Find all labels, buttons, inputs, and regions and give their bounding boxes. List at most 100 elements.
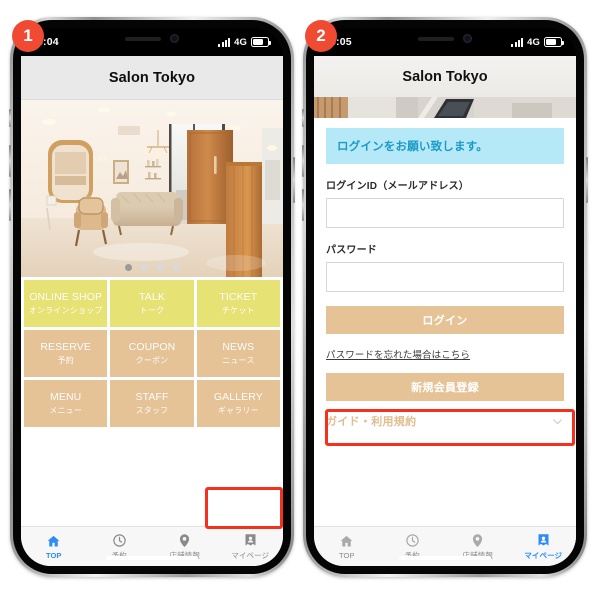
tab-mypage[interactable]: マイページ [511, 527, 577, 566]
tile-label-en: GALLERY [213, 391, 263, 403]
carousel-dot[interactable] [140, 264, 148, 271]
grid-tile-gallery[interactable]: GALLERY ギャラリー [196, 380, 280, 427]
hero-image-strip [314, 97, 576, 118]
clock-icon [404, 532, 420, 548]
tile-label-jp: スタッフ [135, 406, 169, 415]
forgot-password-link[interactable]: パスワードを忘れた場合はこちら [326, 347, 470, 361]
silent-switch[interactable] [302, 109, 304, 127]
tile-label-en: NEWS [222, 341, 255, 353]
grid-tile-staff[interactable]: STAFF スタッフ [110, 380, 194, 427]
step-badge-2: 2 [305, 20, 337, 52]
tile-label-en: RESERVE [40, 341, 92, 353]
tile-label-en: TICKET [219, 291, 258, 303]
grid-tile-ticket[interactable]: TICKET チケット [196, 280, 280, 327]
front-camera-icon [463, 34, 472, 43]
highlight-box-mypage-tab [205, 487, 283, 529]
tab-label: マイページ [524, 551, 563, 560]
login-id-input[interactable] [326, 198, 564, 228]
tab-reserve[interactable]: 予約 [87, 527, 153, 566]
carousel-dot[interactable] [156, 264, 164, 271]
clock-icon [111, 532, 127, 548]
earpiece-speaker [418, 36, 454, 41]
page-title: Salon Tokyo [402, 68, 488, 85]
grid-tile-talk[interactable]: TALK トーク [110, 280, 194, 327]
notch [398, 28, 492, 49]
tile-label-jp: クーポン [135, 356, 169, 365]
tab-store-info[interactable]: 店舗情報 [152, 527, 218, 566]
grid-tile-menu[interactable]: MENU メニュー [24, 380, 108, 427]
tab-label: TOP [45, 551, 62, 560]
step-badge-1: 1 [12, 20, 44, 52]
tab-top[interactable]: TOP [21, 527, 87, 566]
tile-label-en: STAFF [135, 391, 169, 403]
tab-reserve[interactable]: 予約 [380, 527, 446, 566]
tab-label: マイページ [231, 551, 270, 560]
phone-2-viewport: Salon Tokyo ログインをお願い致します。 ログインID（メールアドレス… [314, 56, 576, 566]
battery-icon [544, 37, 564, 47]
login-form: ログインをお願い致します。 ログインID（メールアドレス） パスワード ログイン… [314, 118, 576, 429]
grid-tile-reserve[interactable]: RESERVE 予約 [24, 330, 108, 377]
carousel-dots[interactable] [21, 264, 283, 271]
home-indicator[interactable] [399, 556, 491, 560]
tile-label-jp: 予約 [57, 356, 74, 365]
tile-label-en: ONLINE SHOP [29, 291, 103, 303]
tile-label-jp: チケット [221, 306, 255, 315]
phone-1-screen: 5:04 4G Salon Tokyo ONLINE SHOP オンラインショッ… [21, 28, 283, 566]
app-navbar-2: Salon Tokyo [314, 56, 576, 118]
power-button[interactable] [586, 157, 588, 203]
tile-label-jp: ニュース [222, 356, 255, 365]
tile-label-jp: オンラインショップ [28, 306, 103, 315]
menu-grid: ONLINE SHOP オンラインショップ TALK トーク TICKET チケ… [21, 277, 283, 427]
grid-tile-coupon[interactable]: COUPON クーポン [110, 330, 194, 377]
silent-switch[interactable] [9, 109, 11, 127]
volume-up-button[interactable] [9, 145, 11, 177]
hero-carousel[interactable] [21, 100, 283, 277]
tab-top[interactable]: TOP [314, 527, 380, 566]
password-label: パスワード [326, 245, 377, 256]
register-button[interactable]: 新規会員登録 [326, 373, 564, 401]
screenshot-canvas: 5:04 4G Salon Tokyo ONLINE SHOP オンラインショッ… [0, 0, 597, 593]
salon-interior-photo [21, 100, 283, 277]
register-button-wrapper: 新規会員登録 [326, 373, 564, 401]
tile-label-jp: ギャラリー [217, 406, 259, 415]
password-input[interactable] [326, 262, 564, 292]
highlight-box-register-button [325, 409, 575, 446]
map-pin-icon [177, 532, 193, 548]
phone-2-screen: 5:05 4G Salon Tokyo ログインをお願い致します。 ログインID… [314, 28, 576, 566]
notch [105, 28, 199, 49]
battery-icon [251, 37, 271, 47]
bottom-tab-bar-1: TOP 予約 店舗情報 [21, 526, 283, 566]
home-icon [46, 533, 62, 549]
grid-tile-news[interactable]: NEWS ニュース [196, 330, 280, 377]
tile-label-en: COUPON [128, 341, 176, 353]
salon-photo-crop [314, 97, 576, 118]
tab-store-info[interactable]: 店舗情報 [445, 527, 511, 566]
status-indicators: 4G [511, 36, 564, 48]
signal-bars-icon [218, 37, 231, 47]
volume-down-button[interactable] [9, 189, 11, 221]
home-icon [339, 533, 355, 549]
page-title: Salon Tokyo [108, 69, 196, 86]
status-indicators: 4G [218, 36, 271, 48]
status-bar-1: 5:04 4G [21, 28, 283, 56]
volume-down-button[interactable] [302, 189, 304, 221]
front-camera-icon [170, 34, 179, 43]
volume-up-button[interactable] [302, 145, 304, 177]
login-id-label: ログインID（メールアドレス） [326, 181, 469, 192]
earpiece-speaker [125, 36, 161, 41]
grid-tile-online-shop[interactable]: ONLINE SHOP オンラインショップ [24, 280, 108, 327]
network-label: 4G [527, 36, 540, 48]
signal-bars-icon [511, 37, 524, 47]
carousel-dot[interactable] [124, 264, 132, 271]
phone-2: 5:05 4G Salon Tokyo ログインをお願い致します。 ログインID… [302, 17, 588, 577]
tile-label-en: MENU [50, 391, 82, 403]
tab-mypage[interactable]: マイページ [218, 527, 284, 566]
login-button[interactable]: ログイン [326, 306, 564, 334]
power-button[interactable] [293, 157, 295, 203]
login-notice: ログインをお願い致します。 [326, 128, 564, 164]
tile-label-jp: メニュー [49, 406, 83, 415]
carousel-dot[interactable] [172, 264, 180, 271]
network-label: 4G [234, 36, 247, 48]
app-navbar-1: Salon Tokyo [21, 56, 283, 100]
home-indicator[interactable] [106, 556, 198, 560]
